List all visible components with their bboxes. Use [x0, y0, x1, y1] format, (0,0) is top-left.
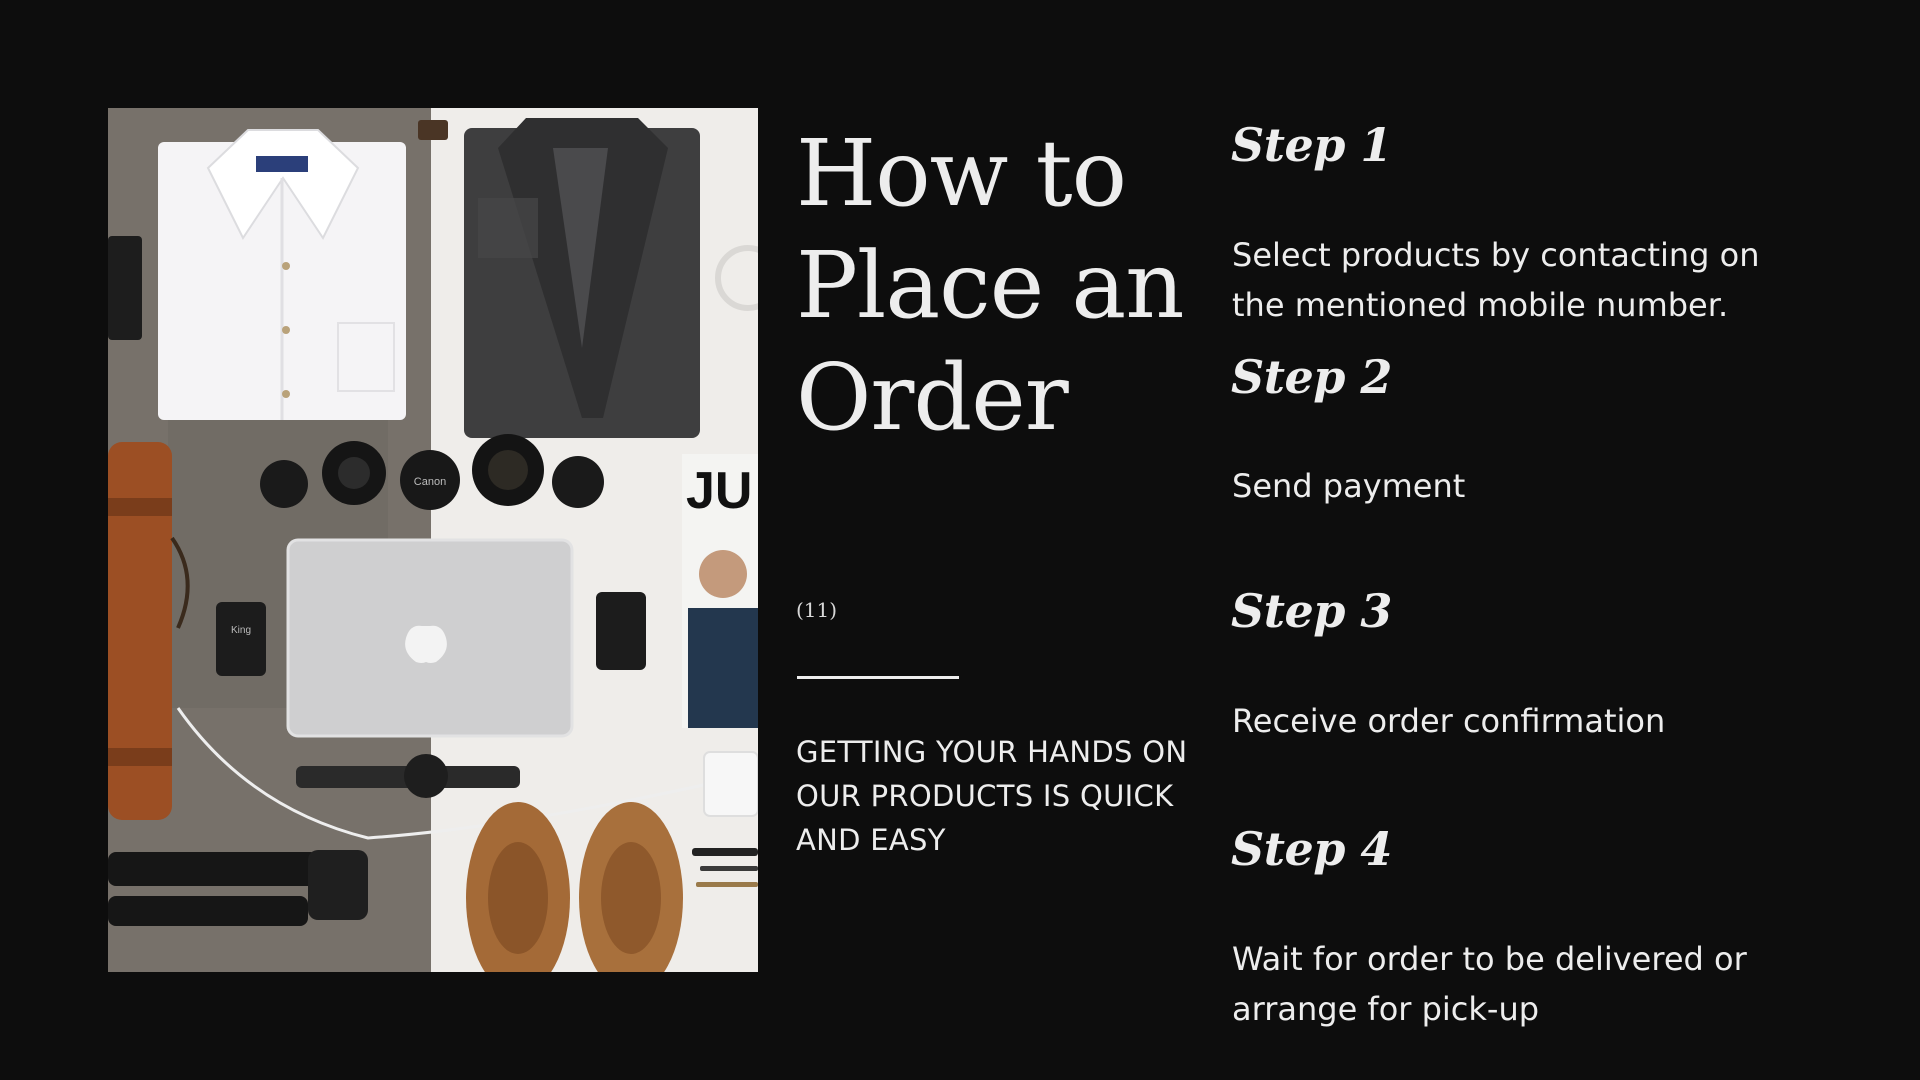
flash-trigger-right: [596, 592, 646, 670]
magazine-masthead: JU: [686, 462, 752, 520]
step-1-description: Select products by contacting on the men…: [1232, 236, 1760, 324]
laptop: [286, 538, 574, 738]
step-3-description: Receive order confirmation: [1232, 702, 1666, 740]
flatlay-photo: Canon King JU: [108, 108, 758, 972]
denim-jacket: [464, 118, 700, 438]
title-line-3: Order: [796, 344, 1069, 451]
title-line-2: Place an: [796, 232, 1185, 339]
divider-line: [797, 676, 959, 679]
step-1-heading: Step 1: [1231, 118, 1392, 172]
step-2-description: Send payment: [1232, 467, 1466, 505]
title-line-1: How to: [796, 120, 1127, 227]
magazine: JU: [682, 454, 758, 728]
tagline: GETTING YOUR HANDS ON OUR PRODUCTS IS QU…: [796, 735, 1188, 857]
phone: [108, 236, 142, 340]
page-title: How to Place an Order: [796, 118, 1216, 454]
step-4-heading: Step 4: [1231, 822, 1392, 876]
svg-text:King: King: [231, 625, 251, 636]
page-number: (11): [796, 598, 838, 622]
step-2-heading: Step 2: [1231, 350, 1392, 404]
flash-trigger-left: King: [216, 602, 266, 676]
lens-cap-label: Canon: [414, 476, 446, 488]
step-3-heading: Step 3: [1231, 584, 1392, 638]
white-shirt: [158, 129, 406, 420]
step-4-description: Wait for order to be delivered or arrang…: [1232, 940, 1747, 1028]
